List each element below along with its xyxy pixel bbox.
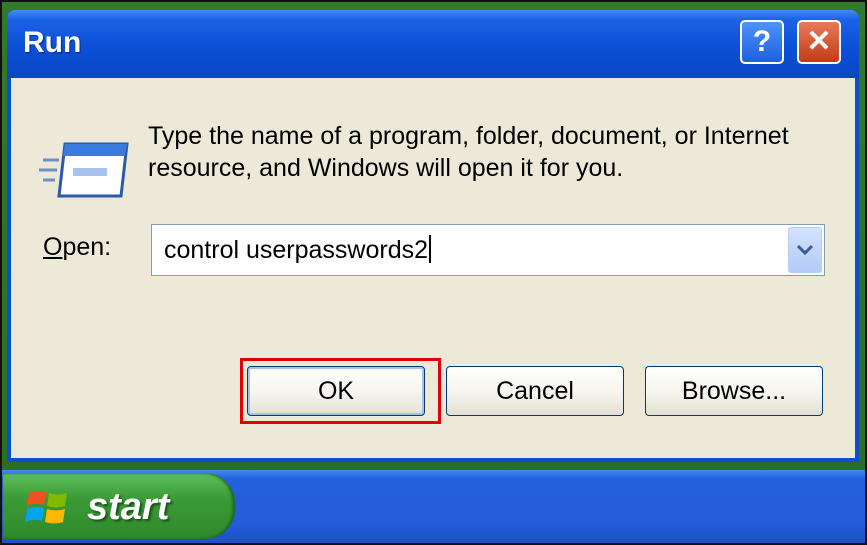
instruction-text: Type the name of a program, folder, docu… [148,122,789,182]
open-label: Open: [43,233,111,262]
open-input-text: control userpasswords2 [164,236,429,264]
open-label-text: pen: [62,233,112,261]
chevron-down-icon [796,244,814,256]
ok-button[interactable]: OK [247,366,425,416]
combo-dropdown-button[interactable] [788,227,822,273]
help-icon: ? [752,25,772,58]
browse-button[interactable]: Browse... [645,366,823,416]
windows-logo-icon [25,490,67,524]
title-bar[interactable]: Run ? ✕ [7,10,859,78]
start-label: start [87,486,170,528]
cancel-button[interactable]: Cancel [446,366,624,416]
close-icon: ✕ [806,25,832,58]
start-button[interactable]: start [3,473,235,539]
dialog-body: Type the name of a program, folder, docu… [11,78,855,458]
open-combobox[interactable]: control userpasswords2 [151,224,825,276]
taskbar: start [0,470,867,545]
help-button[interactable]: ? [740,20,784,64]
window-title: Run [23,26,82,59]
close-button[interactable]: ✕ [797,20,841,64]
text-caret [429,235,432,263]
run-program-icon [39,142,129,198]
run-dialog: Run ? ✕ Type the name of a program, fold… [7,10,859,462]
open-label-accelerator: O [43,233,63,261]
open-input-value[interactable]: control userpasswords2 [164,235,432,265]
